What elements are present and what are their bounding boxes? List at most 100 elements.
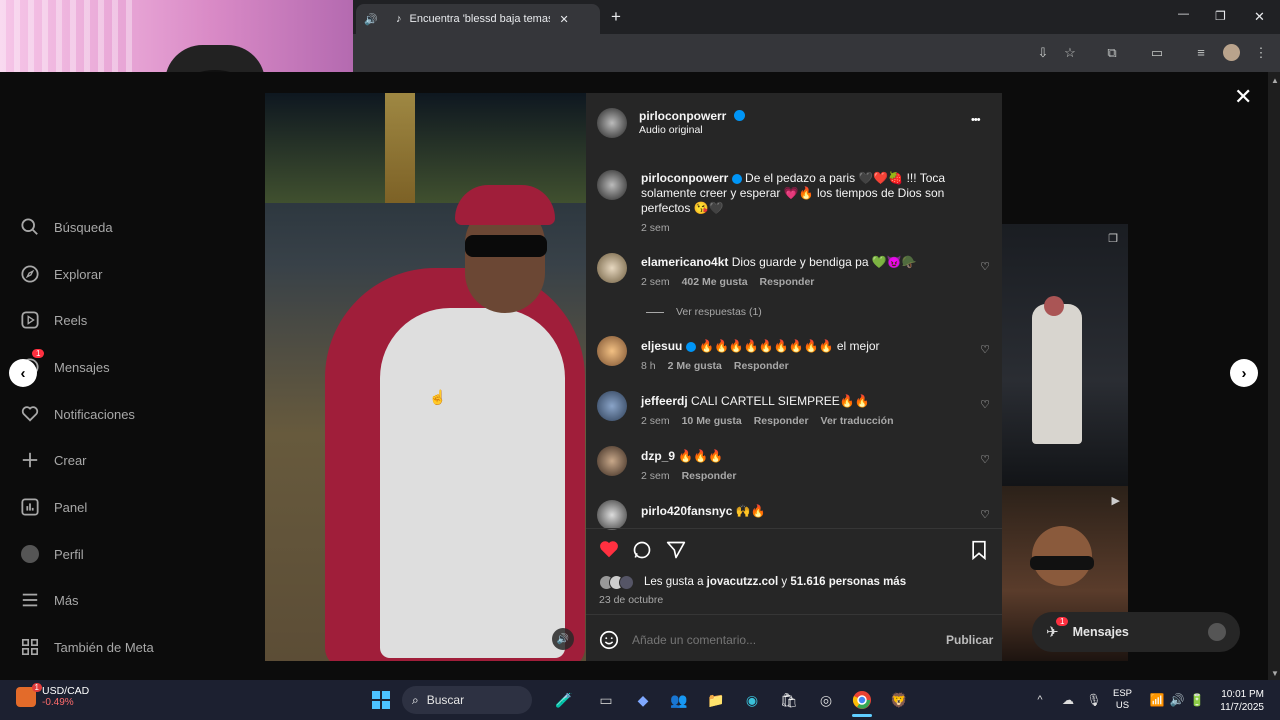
reply-button[interactable]: Responder <box>760 276 815 288</box>
reply-button[interactable]: Responder <box>754 415 809 427</box>
comment-avatar[interactable] <box>597 446 627 476</box>
comment-username[interactable]: dzp_9 <box>641 449 675 463</box>
comment-input[interactable] <box>630 630 910 650</box>
author-username[interactable]: pirloconpowerr <box>639 109 726 123</box>
save-bookmark-icon[interactable] <box>970 540 988 565</box>
likes-summary[interactable]: Les gusta a jovacutzz.col y 51.616 perso… <box>644 576 906 588</box>
window-minimize-button[interactable]: — <box>1178 8 1189 20</box>
task-view-icon[interactable]: ▭ <box>594 688 618 712</box>
comment-like-heart-icon[interactable]: ♡ <box>980 453 990 466</box>
new-tab-button[interactable]: + <box>611 7 621 27</box>
scrollbar[interactable]: ▲ ▼ <box>1268 72 1280 680</box>
comment-like-heart-icon[interactable]: ♡ <box>980 398 990 411</box>
comment-username[interactable]: eljesuu <box>641 339 682 353</box>
next-post-preview[interactable]: ❐ <box>1002 224 1128 486</box>
caption-avatar[interactable] <box>597 170 627 200</box>
sidebar-item-notifications[interactable]: Notificaciones <box>20 402 135 426</box>
liked-by-user[interactable]: jovacutzz.col <box>707 576 779 588</box>
comment-time: 8 h <box>641 360 656 372</box>
notification-badge: 1 <box>32 349 45 358</box>
brave-icon[interactable]: 🦁 <box>887 688 911 712</box>
profile-avatar[interactable] <box>1223 44 1240 61</box>
copilot-icon[interactable]: ◆ <box>631 688 655 712</box>
sidebar-item-reels[interactable]: Reels <box>20 308 87 332</box>
comment-username[interactable]: elamericano4kt <box>641 255 728 269</box>
tab-close-icon[interactable]: ✕ <box>560 13 569 26</box>
comment-avatar[interactable] <box>597 336 627 366</box>
translate-button[interactable]: Ver traducción <box>821 415 894 427</box>
caption-username[interactable]: pirloconpowerr <box>641 171 728 185</box>
audio-label[interactable]: Audio original <box>639 124 703 136</box>
sidebar-item-profile[interactable]: Perfil <box>20 542 84 566</box>
sidebar-item-meta[interactable]: También de Meta <box>20 635 154 659</box>
split-view-icon[interactable]: ▭ <box>1148 44 1166 62</box>
comment-avatar[interactable] <box>597 253 627 283</box>
comment-likes[interactable]: 402 Me gusta <box>682 276 748 288</box>
language-indicator[interactable]: ESP US <box>1113 688 1132 712</box>
comment-avatar[interactable] <box>597 391 627 421</box>
volume-icon[interactable]: 🔊 <box>552 628 574 650</box>
publish-button[interactable]: Publicar <box>946 633 993 647</box>
chrome-icon[interactable] <box>850 688 874 712</box>
sidebar-item-explore[interactable]: Explorar <box>20 262 102 286</box>
emoji-icon[interactable] <box>598 629 620 656</box>
extensions-icon[interactable]: ⧉ <box>1103 44 1121 62</box>
reel-video[interactable]: ☝ 🔊 <box>265 93 586 661</box>
comment-icon[interactable] <box>632 540 652 565</box>
media-control-icon[interactable]: ≡ <box>1192 44 1210 62</box>
comment-text: 🔥🔥🔥 <box>678 449 724 463</box>
tray-overflow-icon[interactable]: ^ <box>1028 688 1052 712</box>
ticker-icon: 1 <box>16 682 42 707</box>
comment-avatar[interactable] <box>597 500 627 530</box>
comment-likes[interactable]: 10 Me gusta <box>682 415 742 427</box>
comment-likes[interactable]: 2 Me gusta <box>668 360 722 372</box>
window-close-button[interactable]: ✕ <box>1254 9 1265 25</box>
more-options-icon[interactable]: ••• <box>971 114 981 126</box>
widgets-icon[interactable]: 🧪 <box>552 688 576 712</box>
windows-start-icon[interactable] <box>369 688 393 712</box>
reel-icon: ▶ <box>1111 495 1120 507</box>
store-icon[interactable]: 🛍 <box>777 688 801 712</box>
comment-username[interactable]: jeffeerdj <box>641 394 688 408</box>
messages-pill[interactable]: ✈ 1 Mensajes <box>1032 612 1240 652</box>
bookmark-star-icon[interactable]: ☆ <box>1061 44 1079 62</box>
battery-icon[interactable]: 🔋 <box>1185 688 1209 712</box>
install-icon[interactable]: ⇩ <box>1034 44 1052 62</box>
sidebar-item-panel[interactable]: Panel <box>20 495 87 519</box>
browser-menu-icon[interactable]: ⋮ <box>1252 44 1270 62</box>
share-icon[interactable] <box>666 540 686 565</box>
taskbar-search[interactable]: ⌕ Buscar <box>402 686 532 714</box>
tray-app-icon[interactable]: ☁ <box>1056 688 1080 712</box>
previous-post-button[interactable]: ‹ <box>9 359 37 387</box>
view-replies-button[interactable]: Ver respuestas (1) <box>646 306 762 318</box>
clock[interactable]: 10:01 PM 11/7/2025 <box>1214 688 1264 714</box>
comment-like-heart-icon[interactable]: ♡ <box>980 260 990 273</box>
microphone-icon[interactable]: 🎙 <box>1082 688 1106 712</box>
next-post-button[interactable]: › <box>1230 359 1258 387</box>
tiktok-icon: ♪ <box>396 13 402 25</box>
reply-button[interactable]: Responder <box>734 360 789 372</box>
ticker-name: USD/CAD <box>42 685 90 697</box>
close-modal-icon[interactable]: ✕ <box>1234 84 1252 110</box>
ticker-badge: 1 <box>31 682 42 692</box>
liked-heart-icon[interactable] <box>598 538 620 565</box>
sidebar-item-search[interactable]: Búsqueda <box>20 215 113 239</box>
edge-icon[interactable]: ◉ <box>740 688 764 712</box>
likes-count[interactable]: 51.616 personas más <box>790 576 906 588</box>
obs-icon[interactable]: ◎ <box>814 688 838 712</box>
sidebar-item-more[interactable]: Más <box>20 588 79 612</box>
ticker-widget[interactable]: 1 USD/CAD -0.49% <box>16 682 90 708</box>
comment-username[interactable]: pirlo420fansnyc <box>641 504 732 518</box>
window-maximize-button[interactable]: ❐ <box>1215 9 1226 23</box>
comment-like-heart-icon[interactable]: ♡ <box>980 508 990 521</box>
file-explorer-icon[interactable]: 📁 <box>704 688 728 712</box>
reply-button[interactable]: Responder <box>682 470 737 482</box>
sidebar-item-create[interactable]: Crear <box>20 448 87 472</box>
compass-icon <box>20 264 40 284</box>
speaker-icon[interactable]: 🔊 <box>364 13 378 26</box>
comment-like-heart-icon[interactable]: ♡ <box>980 343 990 356</box>
taskbar-search-label: Buscar <box>426 693 465 707</box>
teams-icon[interactable]: 👥 <box>667 688 691 712</box>
browser-tab[interactable]: 🔊 ♪ Encuentra 'blessd baja temas de ✕ <box>356 4 600 34</box>
author-avatar[interactable] <box>597 108 627 138</box>
